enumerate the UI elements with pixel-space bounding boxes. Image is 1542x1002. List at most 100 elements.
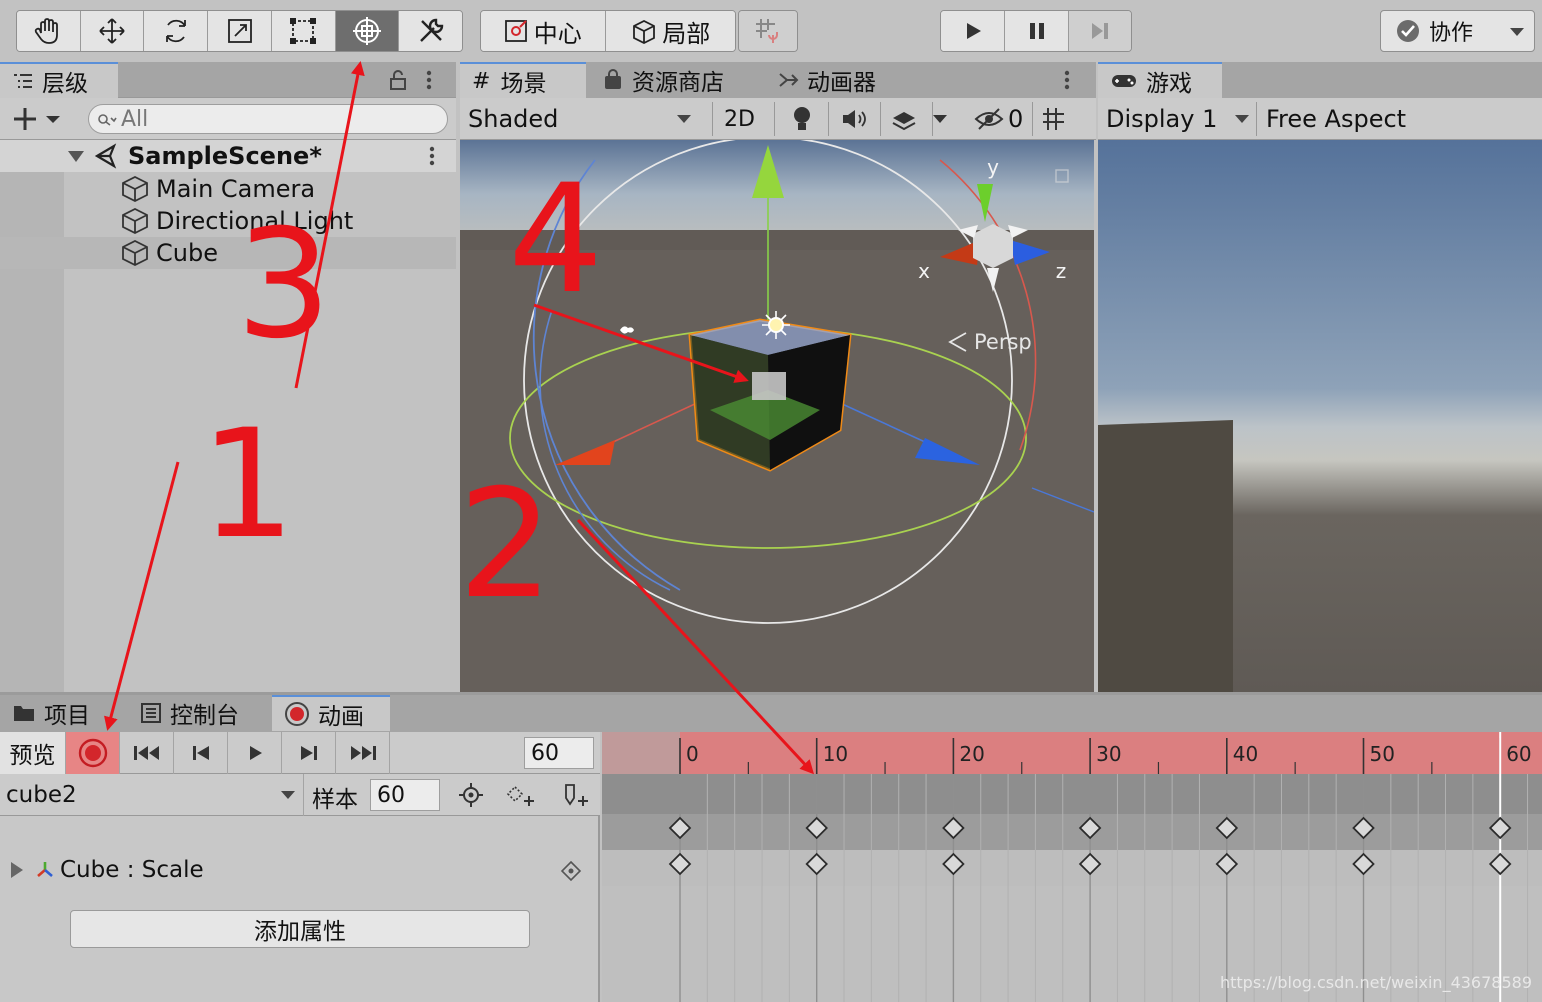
transform-tool-button[interactable] [335, 11, 400, 51]
next-keyframe-button[interactable] [282, 732, 336, 774]
clip-dropdown[interactable]: cube2 [0, 774, 304, 816]
keyframe-diamond[interactable] [1352, 852, 1375, 876]
lock-icon[interactable] [388, 68, 408, 92]
keyframe-diamond[interactable] [1488, 816, 1512, 840]
add-object-icon[interactable] [12, 106, 64, 132]
current-frame-field[interactable]: 60 [524, 737, 594, 769]
preview-toggle[interactable]: 预览 [0, 732, 66, 774]
first-keyframe-button[interactable] [120, 732, 174, 774]
samples-field[interactable]: 60 [370, 779, 440, 811]
display-dropdown[interactable]: Display 1 [1106, 98, 1256, 140]
tab-scene[interactable]: # 场景 [460, 62, 586, 98]
keyframe-diamond[interactable] [668, 816, 692, 840]
gamepad-icon [1112, 75, 1136, 87]
tab-animator[interactable]: 动画器 [765, 62, 895, 98]
keyframe-marker-icon[interactable] [560, 860, 582, 882]
chevron-down-icon [281, 791, 295, 799]
tab-hierarchy[interactable]: 层级 [0, 62, 118, 98]
shading-mode-dropdown[interactable]: Shaded [468, 98, 698, 140]
effects-dropdown[interactable] [890, 98, 948, 140]
keyframe-diamond[interactable] [1215, 816, 1239, 840]
hand-tool-button[interactable] [17, 11, 81, 51]
chevron-down-icon[interactable] [66, 148, 86, 164]
keyframe-diamond[interactable] [1488, 852, 1512, 876]
game-canvas [1098, 140, 1542, 692]
toggle-2d-button[interactable]: 2D [724, 98, 760, 140]
scene-more-menu-icon[interactable] [1062, 68, 1072, 92]
hierarchy-item[interactable]: Directional Light [0, 205, 456, 237]
samples-value: 60 [377, 782, 405, 808]
gameobject-cube-icon [122, 239, 148, 267]
play-icon [966, 23, 981, 39]
skip-end-icon [350, 746, 376, 760]
game-tabbar: 游戏 [1098, 62, 1542, 98]
pause-button[interactable] [1005, 11, 1069, 51]
keyframe-diamond[interactable] [1352, 816, 1375, 840]
aspect-dropdown[interactable]: Free Aspect [1266, 98, 1526, 140]
keyframe-diamond[interactable] [805, 852, 828, 876]
rotate-tool-button[interactable] [144, 11, 209, 51]
hierarchy-item-selected[interactable]: Cube [0, 237, 456, 269]
play-button[interactable] [941, 11, 1005, 51]
tab-animator-label: 动画器 [807, 70, 876, 96]
move-tool-button[interactable] [80, 11, 145, 51]
hierarchy-search-input[interactable]: All [88, 104, 448, 134]
toggle-2d-label: 2D [724, 106, 755, 132]
keyframe-diamond[interactable] [942, 852, 965, 876]
pivot-center-label: 中心 [533, 19, 582, 48]
crosshair-icon[interactable] [458, 782, 484, 808]
last-keyframe-button[interactable] [336, 732, 390, 774]
chevron-right-icon[interactable] [8, 860, 26, 880]
keyframe-diamond[interactable] [668, 852, 692, 876]
speaker-icon [843, 110, 866, 128]
tab-asset-store[interactable]: 资源商店 [590, 62, 750, 98]
tab-console[interactable]: 控制台 [128, 695, 268, 731]
chevron-down-icon [1510, 28, 1524, 36]
shopping-bag-icon [605, 69, 621, 89]
keyframe-diamond[interactable] [805, 816, 828, 840]
audio-toggle[interactable] [840, 98, 868, 140]
play-animation-button[interactable] [228, 732, 282, 774]
scale-tool-button[interactable] [208, 11, 272, 51]
collab-dropdown[interactable]: 协作 [1380, 10, 1535, 52]
prev-keyframe-button[interactable] [174, 732, 228, 774]
annotation-number-1: 1 [200, 398, 296, 572]
record-button[interactable] [66, 732, 120, 774]
tab-project[interactable]: 项目 [0, 695, 126, 731]
step-button[interactable] [1069, 11, 1131, 51]
pivot-local-button[interactable]: 局部 [605, 11, 735, 51]
gameobject-cube-icon [122, 175, 148, 203]
keyframe-diamond[interactable] [1215, 852, 1239, 876]
orient-z-label: z [1056, 259, 1067, 283]
keyframe-diamond[interactable] [942, 816, 965, 840]
hidden-objects-toggle[interactable]: 0 [974, 98, 1023, 140]
game-viewport[interactable] [1098, 140, 1542, 692]
add-keyframe-icon[interactable] [505, 784, 537, 808]
scene-row[interactable]: SampleScene* [0, 140, 456, 172]
grid-snap-icon [756, 19, 778, 43]
eye-slash-icon [974, 108, 1004, 130]
persp-label[interactable]: Persp [974, 330, 1032, 354]
ruler-tick-label: 40 [1233, 742, 1258, 766]
pivot-center-button[interactable]: 中心 [481, 11, 606, 51]
rect-tool-button[interactable] [271, 11, 336, 51]
tab-game[interactable]: 游戏 [1098, 62, 1222, 98]
grid-snap-button[interactable] [739, 11, 797, 51]
scene-more-icon[interactable] [427, 144, 437, 168]
more-menu-icon[interactable] [424, 68, 434, 92]
timeline-marks: 0 10 20 30 40 50 60 [668, 732, 1532, 1002]
keyframe-diamond[interactable] [1078, 816, 1102, 840]
grid-toggle[interactable] [1040, 98, 1070, 140]
annotation-number-4: 4 [508, 153, 604, 327]
ruler-tick-label: 10 [823, 742, 848, 766]
keyframe-diamond[interactable] [1078, 852, 1102, 876]
add-event-icon[interactable] [560, 782, 592, 810]
add-property-button[interactable]: 添加属性 [70, 910, 530, 948]
tab-animation[interactable]: 动画 [272, 695, 390, 731]
hierarchy-item[interactable]: Main Camera [0, 173, 456, 205]
property-row[interactable]: Cube : Scale [0, 850, 600, 890]
lighting-toggle[interactable] [790, 98, 814, 140]
custom-tools-button[interactable] [399, 11, 462, 51]
hidden-count: 0 [1008, 105, 1024, 133]
hierarchy-item-label: Cube [156, 239, 218, 267]
